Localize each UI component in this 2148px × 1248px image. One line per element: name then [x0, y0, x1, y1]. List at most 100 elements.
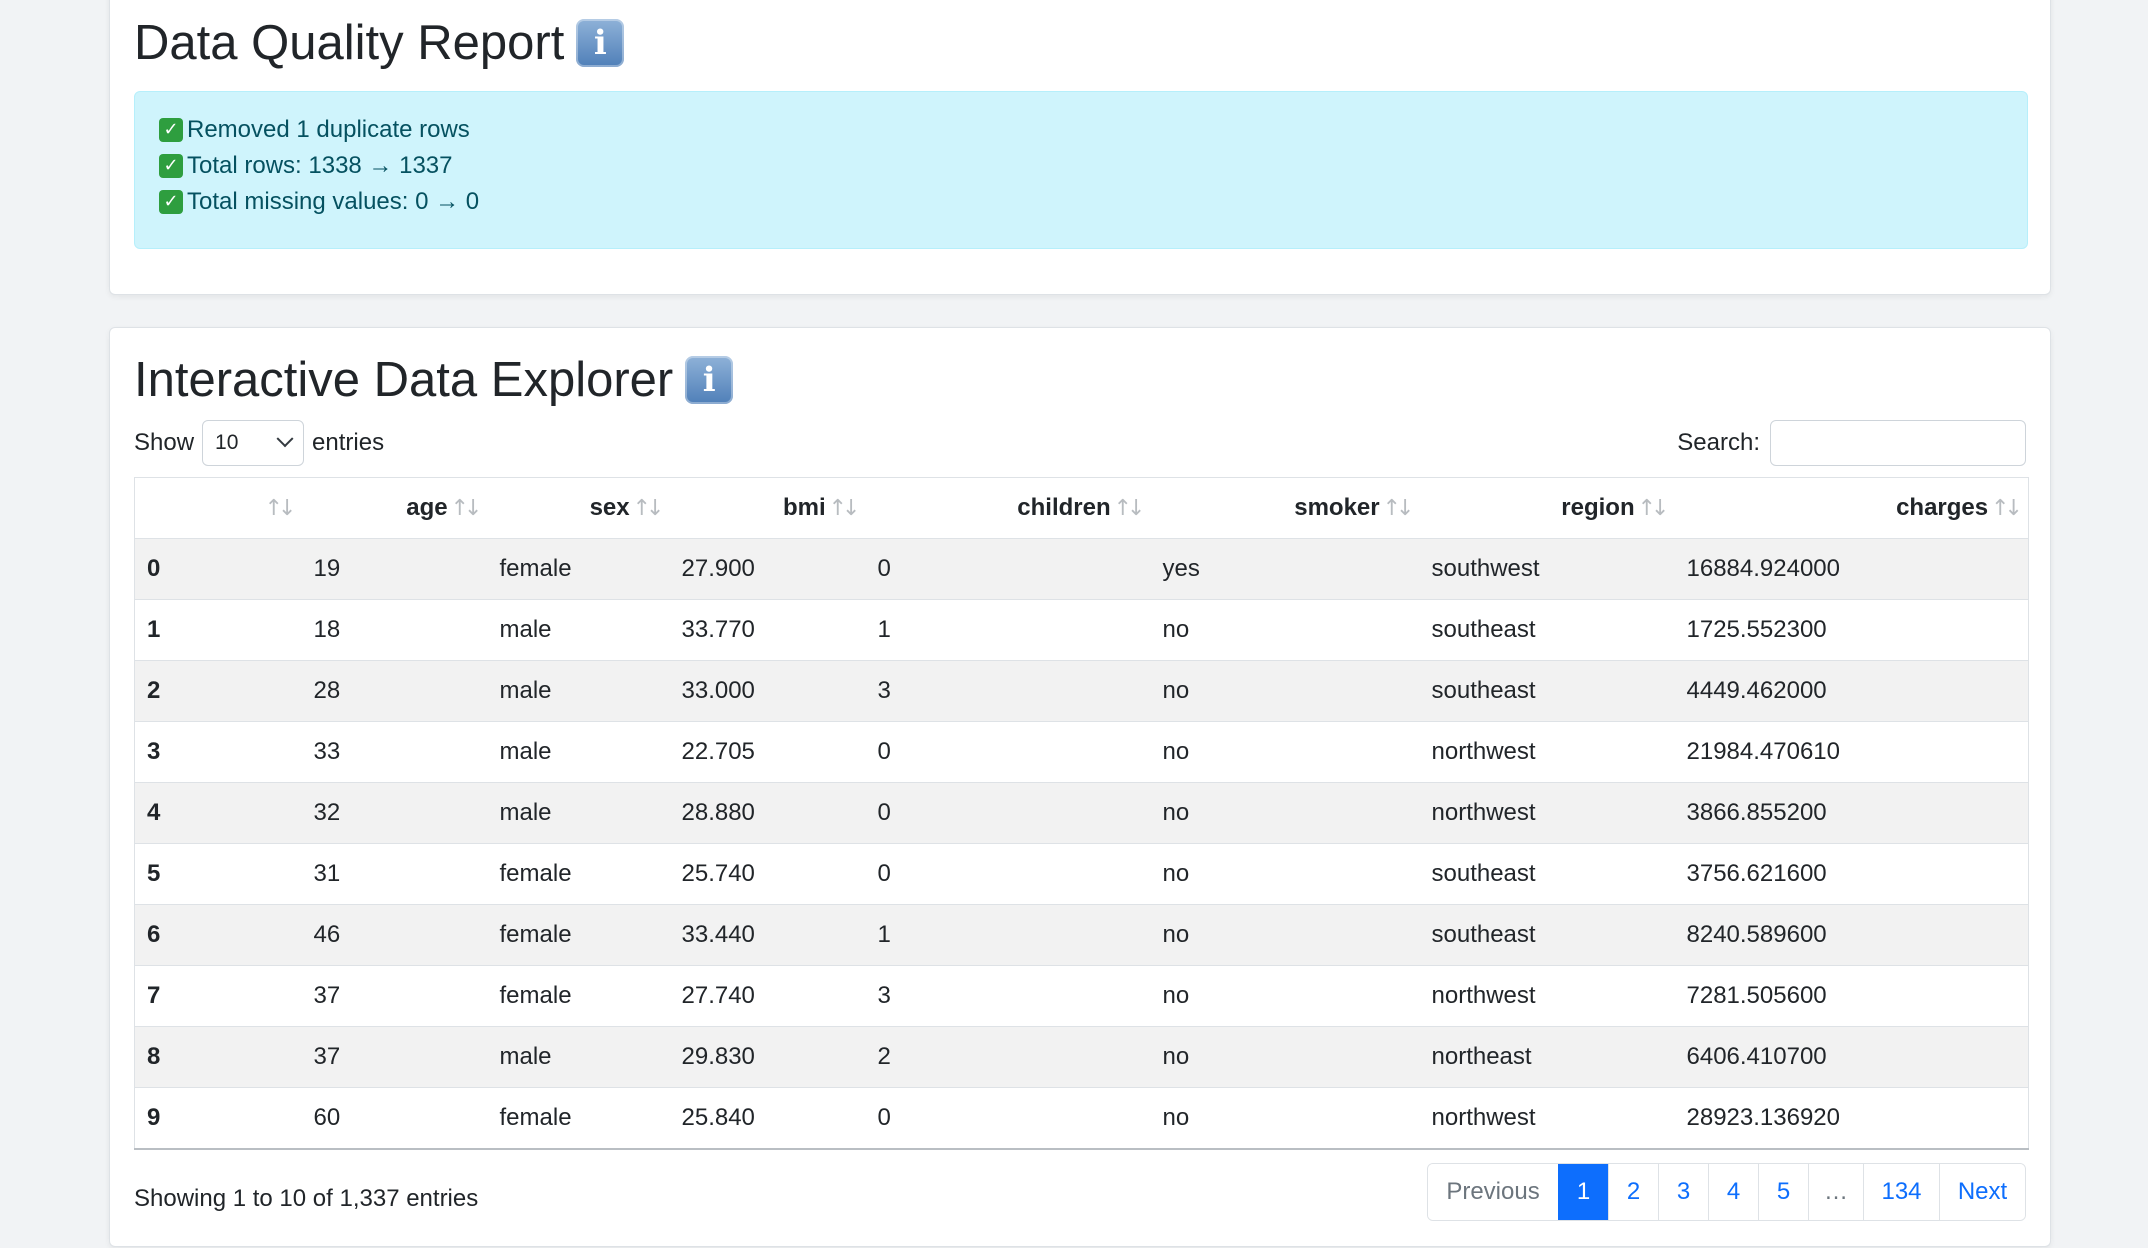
cell-charges: 1725.552300 [1674, 599, 2029, 661]
cell-smoker: no [1150, 599, 1420, 661]
info-icon: i [576, 19, 625, 67]
cell-bmi: 33.000 [669, 660, 866, 722]
cell-index: 0 [134, 538, 302, 600]
table-row: 6 46 female 33.440 1 no southeast 8240.589600 [134, 904, 2029, 966]
cell-index: 3 [134, 721, 302, 783]
cell-bmi: 33.770 [669, 599, 866, 661]
cell-smoker: no [1150, 782, 1420, 844]
cell-smoker: no [1150, 721, 1420, 783]
cell-index: 2 [134, 660, 302, 722]
cell-sex: male [487, 782, 670, 844]
cell-index: 7 [134, 965, 302, 1027]
cell-children: 2 [865, 1026, 1151, 1088]
show-label: Show [134, 429, 195, 456]
column-header-label: charges [1896, 494, 1989, 521]
previous-button[interactable]: Previous [1428, 1164, 1558, 1220]
column-header-smoker[interactable]: smoker ↑↓ [1150, 477, 1420, 539]
entries-label: entries [312, 429, 385, 456]
data-explorer-title: Interactive Data Explorer i [134, 350, 734, 410]
column-header-label: region [1561, 494, 1635, 521]
table-row: 4 32 male 28.880 0 no northwest 3866.855200 [134, 782, 2029, 844]
page-button-last[interactable]: 134 [1863, 1164, 1939, 1220]
cell-region: southeast [1419, 843, 1675, 905]
cell-bmi: 25.840 [669, 1087, 866, 1150]
cell-sex: female [487, 843, 670, 905]
cell-sex: female [487, 965, 670, 1027]
entries-select[interactable]: 10 [202, 420, 305, 466]
table-body: 0 19 female 27.900 0 yes southwest 16884.924000… [134, 538, 2029, 1150]
column-header-index[interactable]: ↑↓ [134, 477, 302, 539]
page-button-1[interactable]: 1 [1558, 1164, 1608, 1220]
cell-age: 37 [301, 965, 488, 1027]
cell-index: 1 [134, 599, 302, 661]
pagination: Previous 1 2 3 4 5 … 134 Next [1427, 1163, 2026, 1221]
check-icon: ✓ [159, 190, 183, 214]
cell-charges: 4449.462000 [1674, 660, 2029, 722]
cell-age: 60 [301, 1087, 488, 1150]
cell-smoker: no [1150, 843, 1420, 905]
table-controls: Show 10 entries Search: [134, 419, 2026, 467]
table-row: 2 28 male 33.000 3 no southeast 4449.462000 [134, 660, 2029, 722]
cell-charges: 28923.136920 [1674, 1087, 2029, 1150]
sort-icon: ↑↓ [1113, 496, 1146, 521]
column-header-label: children [1017, 494, 1111, 521]
column-header-region[interactable]: region ↑↓ [1419, 477, 1675, 539]
data-explorer-title-text: Interactive Data Explorer [134, 353, 674, 407]
page-button-5[interactable]: 5 [1758, 1164, 1808, 1220]
cell-region: southwest [1419, 538, 1675, 600]
cell-children: 3 [865, 965, 1151, 1027]
cell-index: 8 [134, 1026, 302, 1088]
search-input[interactable] [1770, 420, 2026, 466]
cell-sex: male [487, 721, 670, 783]
info-icon: i [685, 356, 734, 404]
column-header-age[interactable]: age ↑↓ [301, 477, 488, 539]
cell-sex: male [487, 599, 670, 661]
cell-bmi: 28.880 [669, 782, 866, 844]
cell-smoker: no [1150, 965, 1420, 1027]
data-quality-card: Data Quality Report i ✓ Removed 1 duplic… [109, 0, 2051, 295]
cell-bmi: 25.740 [669, 843, 866, 905]
column-header-children[interactable]: children ↑↓ [865, 477, 1151, 539]
cell-charges: 8240.589600 [1674, 904, 2029, 966]
cell-charges: 16884.924000 [1674, 538, 2029, 600]
page-button-2[interactable]: 2 [1608, 1164, 1658, 1220]
cell-region: northwest [1419, 1087, 1675, 1150]
page-button-4[interactable]: 4 [1708, 1164, 1758, 1220]
cell-sex: male [487, 1026, 670, 1088]
alert-message: Removed 1 duplicate rows [187, 116, 470, 143]
data-quality-title-text: Data Quality Report [134, 16, 565, 70]
cell-age: 37 [301, 1026, 488, 1088]
cell-children: 1 [865, 904, 1151, 966]
data-table: ↑↓ age ↑↓ sex ↑↓ bmi ↑↓ children ↑↓ smoker ↑↓… [134, 477, 2029, 1150]
entries-length-control: Show 10 entries [134, 419, 384, 467]
column-header-charges[interactable]: charges ↑↓ [1674, 477, 2029, 539]
table-row: 9 60 female 25.840 0 no northwest 28923.136920 [134, 1087, 2029, 1150]
column-header-sex[interactable]: sex ↑↓ [487, 477, 670, 539]
cell-children: 0 [865, 721, 1151, 783]
table-row: 7 37 female 27.740 3 no northwest 7281.505600 [134, 965, 2029, 1027]
cell-region: northeast [1419, 1026, 1675, 1088]
cell-charges: 3866.855200 [1674, 782, 2029, 844]
column-header-label: smoker [1294, 494, 1380, 521]
next-button[interactable]: Next [1939, 1164, 2025, 1220]
cell-region: southeast [1419, 599, 1675, 661]
data-quality-title: Data Quality Report i [134, 13, 625, 73]
cell-index: 9 [134, 1087, 302, 1150]
cell-region: southeast [1419, 660, 1675, 722]
cell-smoker: no [1150, 1026, 1420, 1088]
sort-icon: ↑↓ [632, 496, 665, 521]
sort-icon: ↑↓ [1382, 496, 1415, 521]
column-header-bmi[interactable]: bmi ↑↓ [669, 477, 866, 539]
cell-bmi: 33.440 [669, 904, 866, 966]
table-info: Showing 1 to 10 of 1,337 entries [134, 1185, 479, 1212]
chevron-down-icon [276, 430, 294, 448]
cell-region: northwest [1419, 965, 1675, 1027]
check-icon: ✓ [159, 154, 183, 178]
page-button-3[interactable]: 3 [1658, 1164, 1708, 1220]
entries-select-value: 10 [215, 431, 239, 454]
cell-children: 0 [865, 538, 1151, 600]
cell-bmi: 27.900 [669, 538, 866, 600]
cell-age: 28 [301, 660, 488, 722]
cell-region: northwest [1419, 721, 1675, 783]
cell-children: 1 [865, 599, 1151, 661]
